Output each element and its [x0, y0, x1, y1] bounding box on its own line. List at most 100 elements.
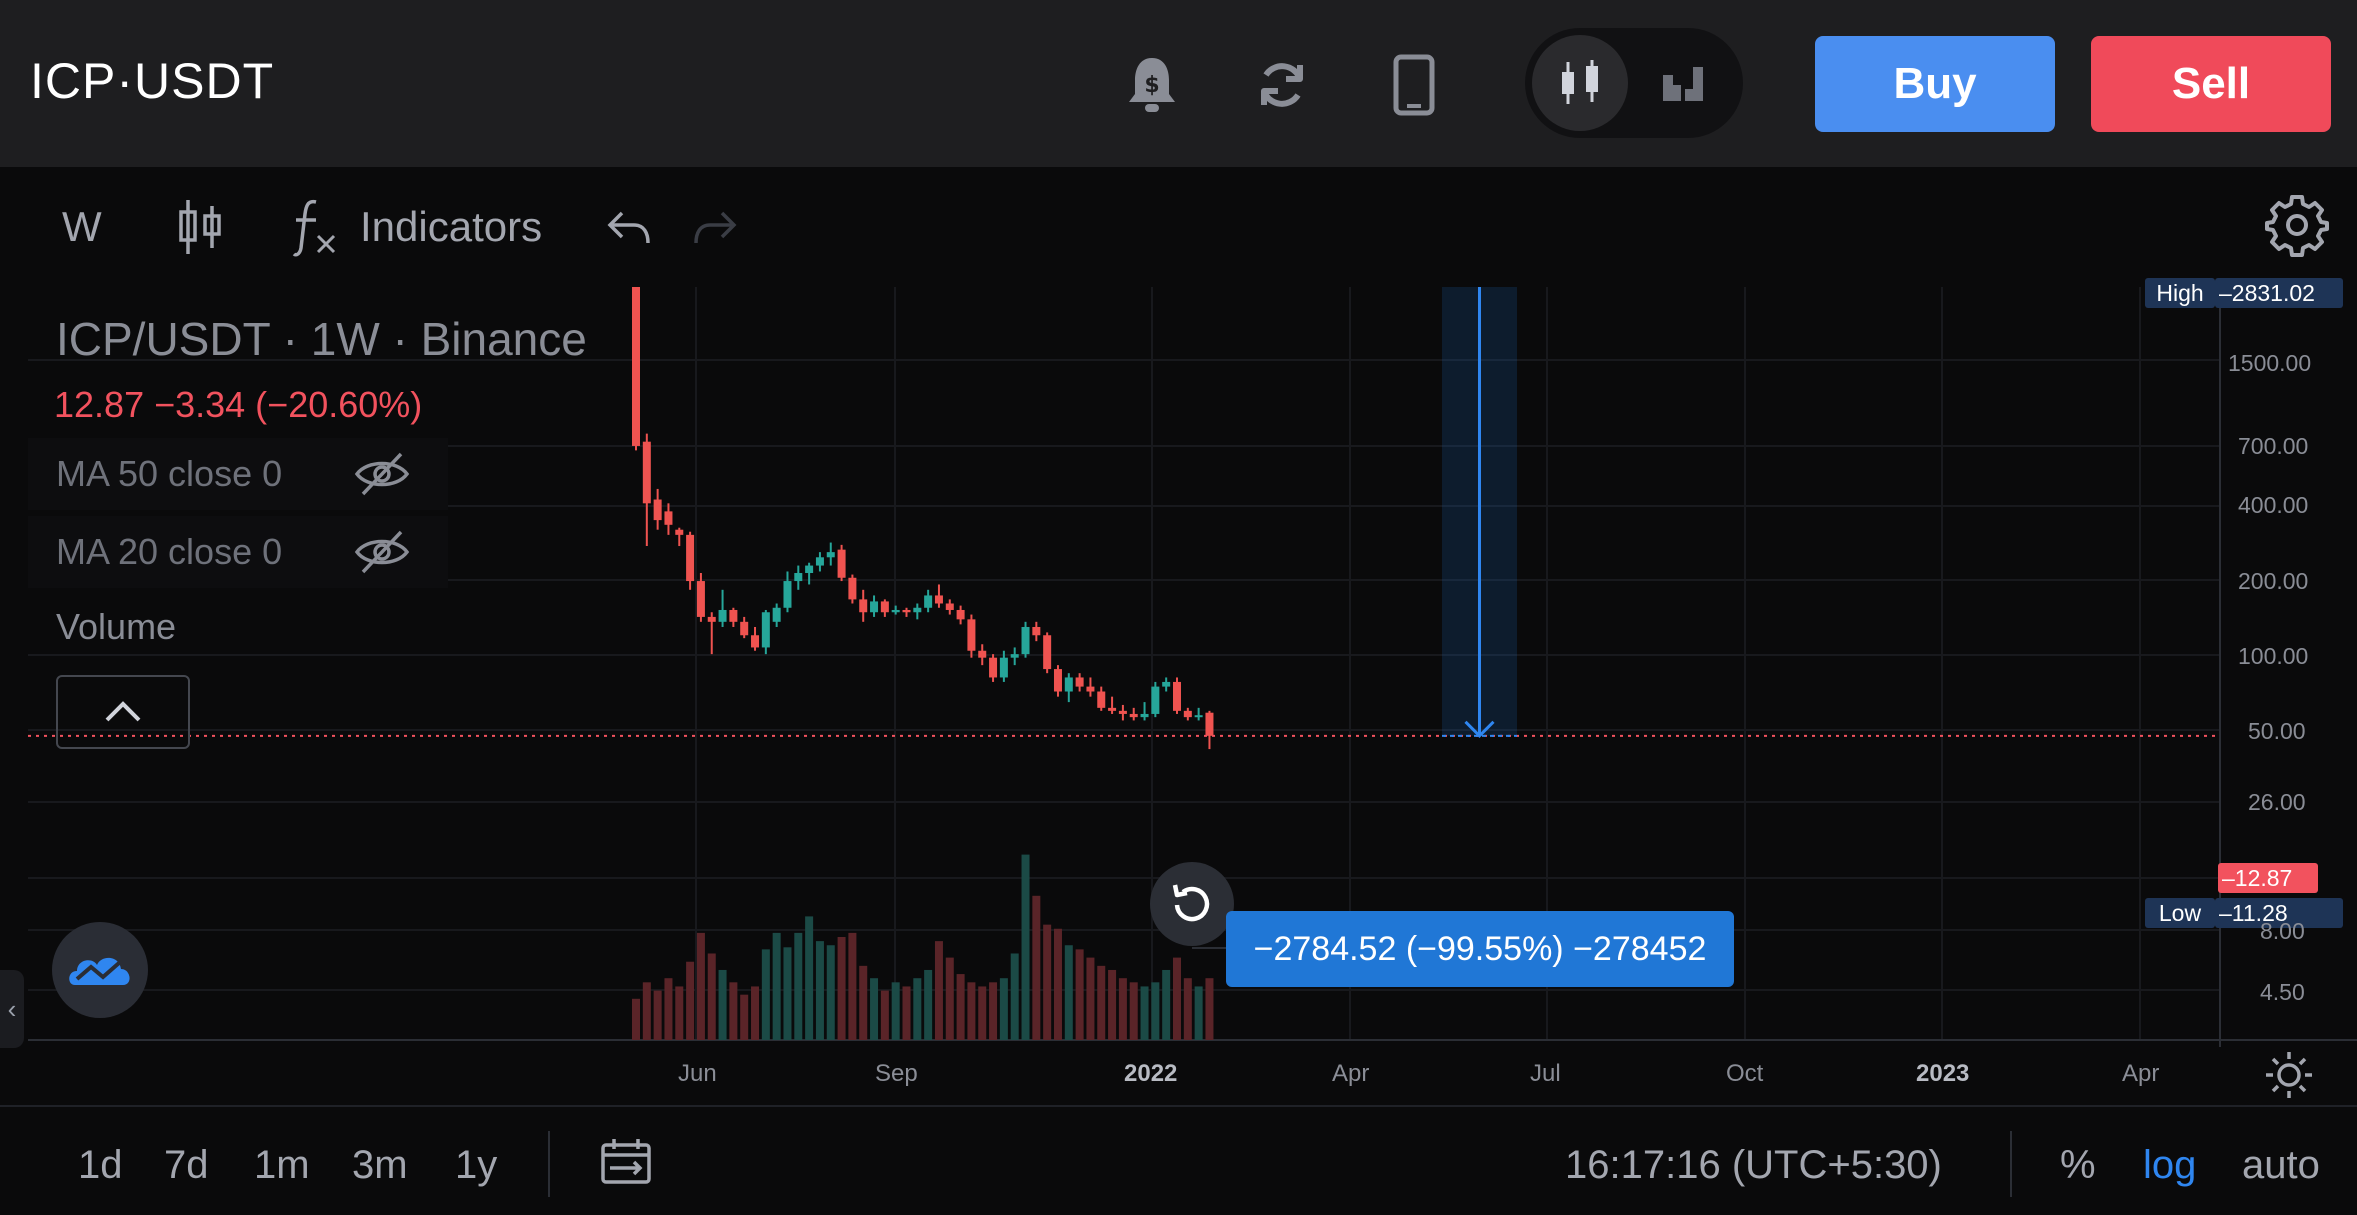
volume-bar	[794, 932, 803, 1040]
range-1d[interactable]: 1d	[78, 1143, 123, 1188]
range-7d[interactable]: 7d	[164, 1143, 209, 1188]
mobile-device-icon[interactable]	[1384, 50, 1444, 120]
volume-bar	[870, 978, 879, 1040]
legend-ma20[interactable]: MA 20 close 0	[28, 516, 448, 588]
candle	[664, 511, 673, 525]
volume-bar	[805, 916, 814, 1040]
brightness-icon[interactable]	[2262, 1048, 2316, 1102]
volume-bar	[999, 978, 1008, 1040]
candle	[642, 441, 651, 504]
candle	[751, 635, 760, 648]
sell-button[interactable]: Sell	[2091, 36, 2331, 132]
volume-bar	[880, 990, 889, 1040]
price-alert-icon[interactable]: $	[1122, 50, 1182, 120]
volume-bar	[642, 982, 651, 1040]
price-tick: 4.50	[2260, 979, 2305, 1005]
volume-bar	[675, 986, 684, 1040]
tradingview-logo-icon[interactable]	[52, 922, 148, 1018]
volume-bar	[924, 969, 933, 1040]
date-range-icon[interactable]	[600, 1137, 652, 1195]
volume-bar	[848, 932, 857, 1040]
range-1y[interactable]: 1y	[455, 1143, 497, 1188]
volume-bar	[1118, 978, 1127, 1040]
high-value-tag: – 2831.02	[2215, 278, 2343, 308]
refresh-icon[interactable]	[1252, 50, 1312, 120]
volume-bar	[740, 994, 749, 1040]
chart-toolbar: W Indicators	[0, 167, 2357, 287]
last-price-tag: – 12.87	[2218, 863, 2318, 893]
volume-bar	[1173, 957, 1181, 1040]
candle	[718, 609, 727, 622]
volume-bar	[989, 982, 998, 1040]
volume-bar	[826, 945, 835, 1040]
auto-scale-toggle[interactable]: auto	[2242, 1143, 2320, 1188]
candle	[815, 557, 824, 566]
time-tick: Jun	[678, 1060, 717, 1087]
candle	[859, 599, 868, 613]
volume-bar	[1194, 986, 1203, 1040]
high-label: High	[2145, 278, 2215, 308]
candles-icon[interactable]	[1532, 35, 1628, 131]
interval-button[interactable]: W	[62, 197, 102, 257]
candle	[1021, 626, 1030, 655]
candle	[924, 595, 933, 608]
candle	[1129, 713, 1138, 718]
candle	[1010, 654, 1019, 658]
volume-bar	[1108, 969, 1117, 1040]
volume-bar	[653, 990, 662, 1040]
time-tick: Sep	[875, 1060, 918, 1087]
redo-icon[interactable]	[692, 197, 738, 257]
price-tick: 100.00	[2238, 643, 2309, 669]
range-1m[interactable]: 1m	[254, 1143, 310, 1188]
candle	[632, 287, 640, 446]
legend-ma50[interactable]: MA 50 close 0	[28, 438, 448, 510]
candle	[1032, 626, 1041, 636]
time-tick: Apr	[2122, 1060, 2160, 1087]
candle	[761, 612, 770, 648]
clock-time[interactable]: 16:17:16 (UTC+5:30)	[1565, 1143, 1942, 1188]
candle	[686, 534, 695, 582]
volume-bar	[1162, 969, 1171, 1040]
volume-bar	[1010, 953, 1019, 1040]
candle	[1064, 677, 1073, 692]
reset-chart-icon[interactable]	[1150, 862, 1234, 946]
candle	[891, 609, 900, 613]
price-tick: 26.00	[2248, 789, 2306, 815]
chart-type-toggle	[1525, 28, 1743, 138]
candle	[1097, 691, 1106, 708]
eye-hidden-icon[interactable]	[353, 528, 411, 581]
candle	[902, 609, 911, 613]
volume-bar	[891, 982, 900, 1040]
log-scale-toggle[interactable]: log	[2143, 1143, 2196, 1188]
volume-bar	[815, 941, 824, 1040]
candle	[848, 577, 857, 600]
indicators-button[interactable]: Indicators	[292, 197, 542, 257]
percent-scale-toggle[interactable]: %	[2060, 1143, 2096, 1188]
price-tick: 400.00	[2238, 492, 2309, 518]
undo-icon[interactable]	[606, 197, 652, 257]
divider	[2010, 1131, 2012, 1197]
candle-type-icon[interactable]	[176, 197, 224, 257]
volume-bar	[978, 986, 987, 1040]
volume-bar	[837, 937, 846, 1040]
candle	[870, 601, 879, 613]
pair-title[interactable]: ICP·USDT	[30, 52, 274, 110]
candle	[1205, 712, 1214, 736]
collapse-legend-button[interactable]	[56, 675, 190, 749]
candle	[989, 657, 998, 678]
depth-chart-icon[interactable]	[1635, 35, 1731, 131]
chevron-left-icon[interactable]: ‹	[0, 970, 24, 1048]
range-3m[interactable]: 3m	[352, 1143, 408, 1188]
eye-hidden-icon[interactable]	[353, 450, 411, 503]
buy-button[interactable]: Buy	[1815, 36, 2055, 132]
chevron-up-icon	[103, 700, 143, 724]
time-tick: Apr	[1332, 1060, 1370, 1087]
volume-bar	[729, 982, 738, 1040]
gear-icon[interactable]	[2262, 190, 2332, 260]
candle	[1162, 681, 1171, 687]
volume-bar	[1064, 945, 1073, 1040]
volume-bar	[707, 953, 716, 1040]
measure-tooltip: −2784.52 (−99.55%) −278452	[1226, 911, 1734, 987]
volume-bar	[934, 941, 943, 1040]
volume-bar	[1183, 978, 1192, 1040]
